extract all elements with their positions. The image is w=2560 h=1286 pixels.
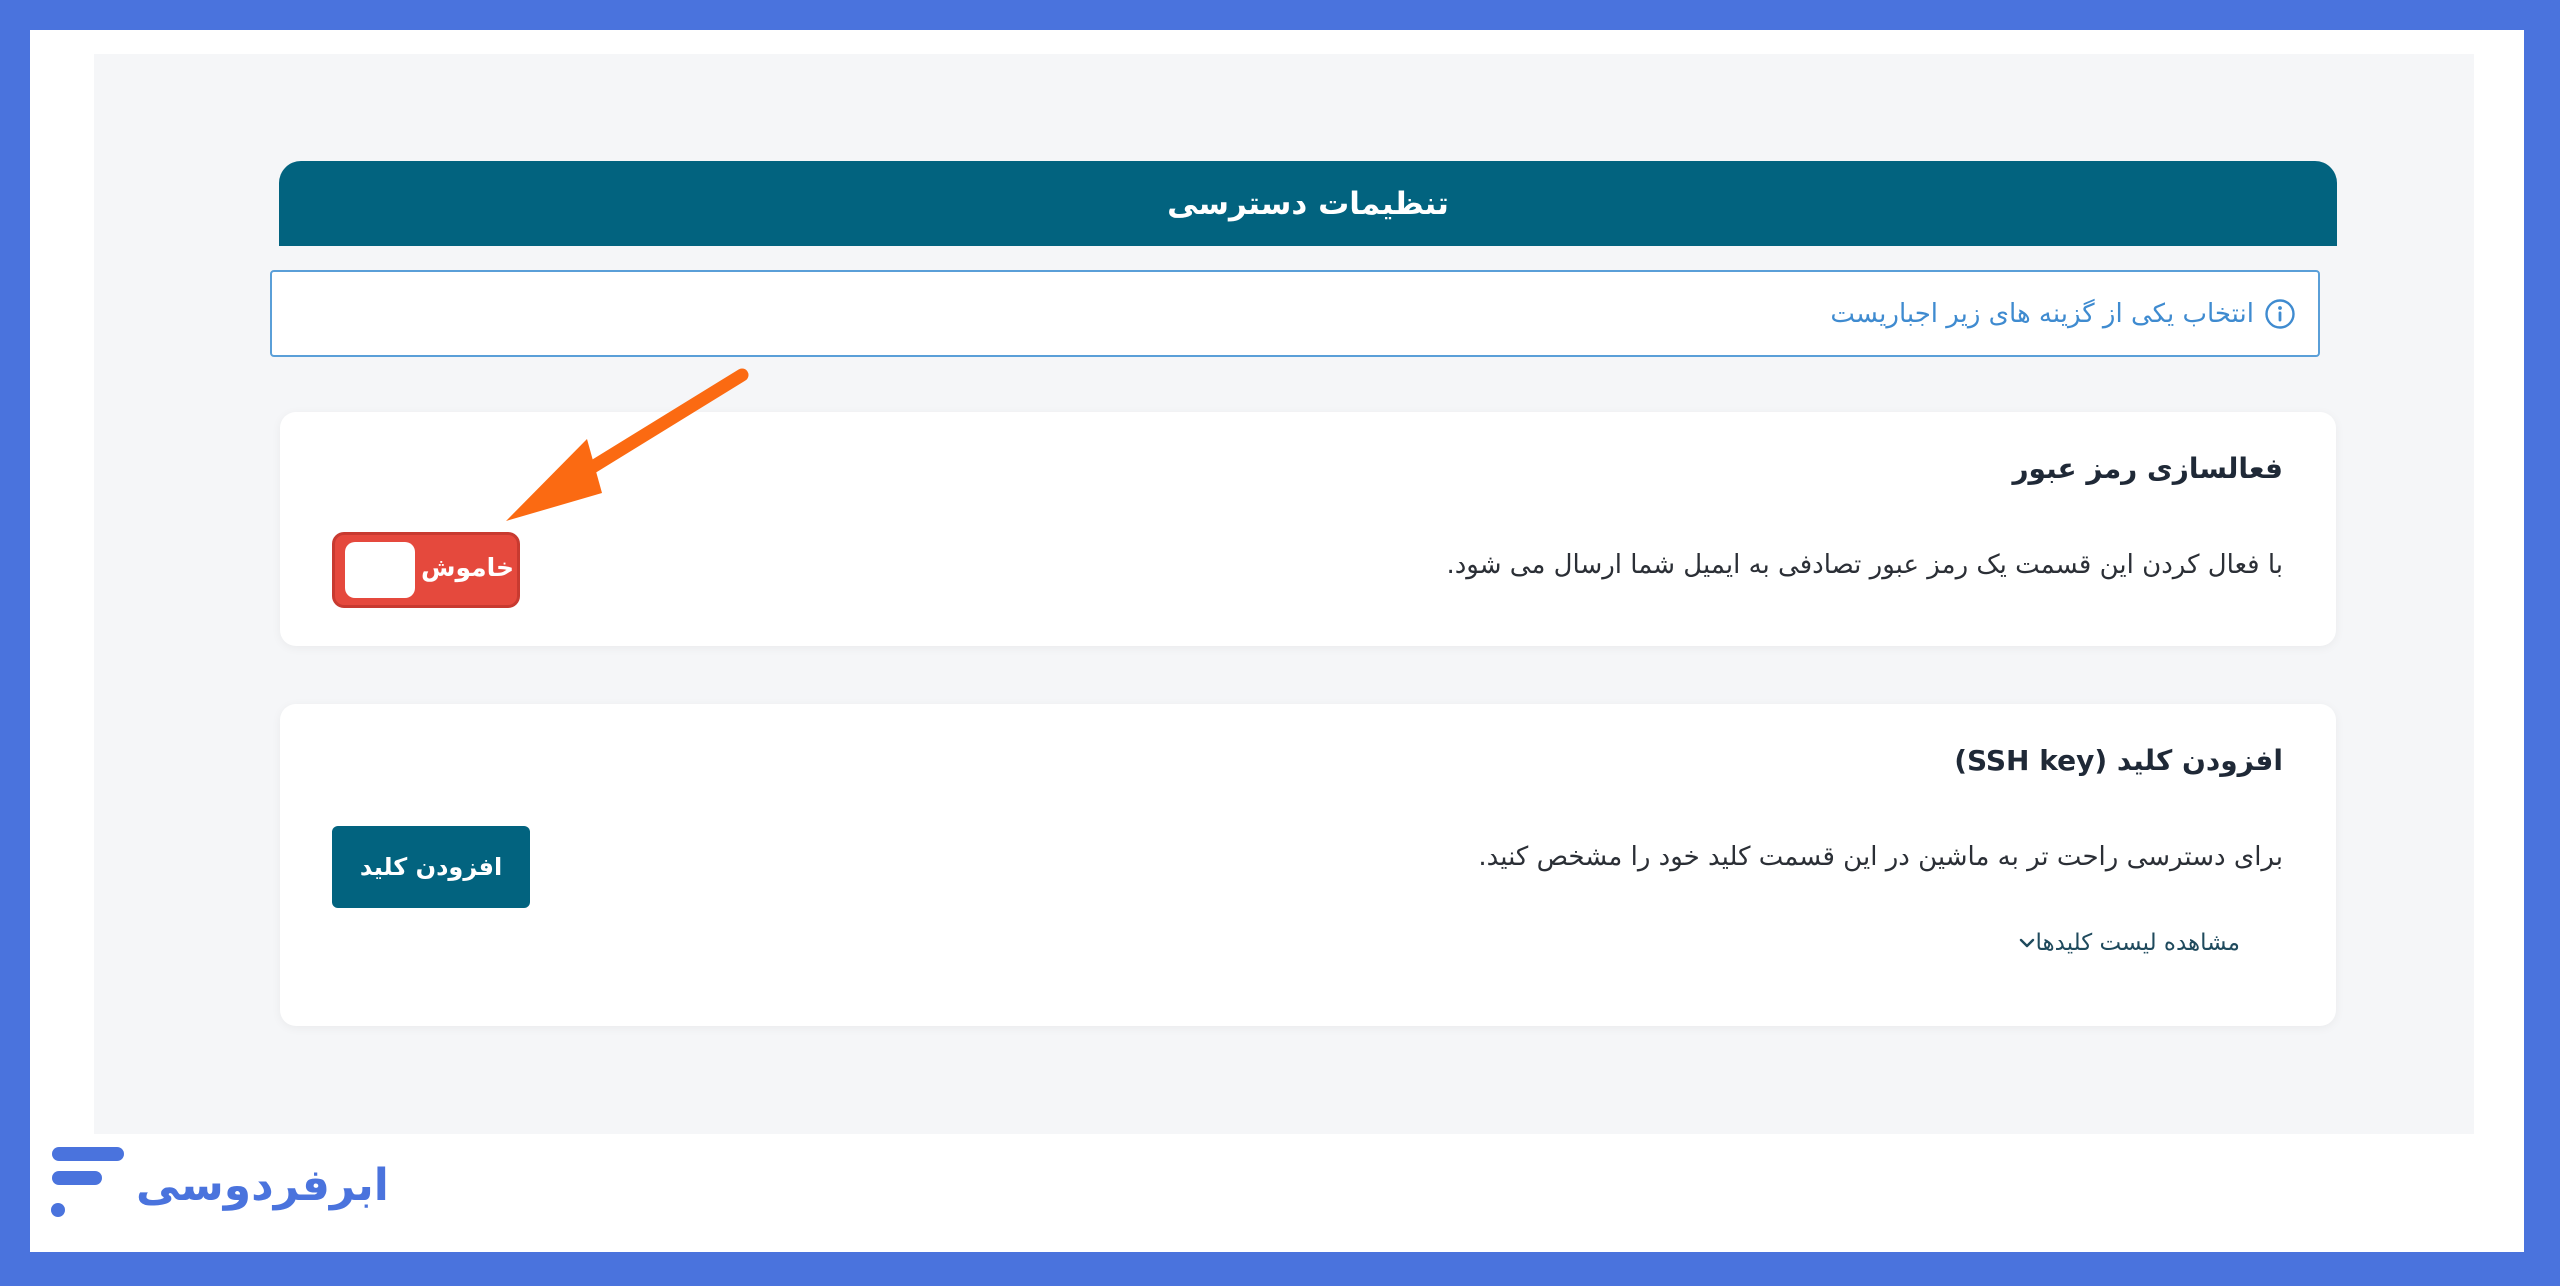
info-icon (2264, 298, 2296, 330)
chevron-down-icon (2018, 934, 2036, 952)
view-keys-toggle[interactable]: مشاهده لیست کلیدها (2004, 930, 2240, 956)
notice-text: انتخاب یکی از گزینه های زیر اجباریست (1830, 298, 2254, 329)
brand-logo: ابرفردوسی (48, 1145, 389, 1225)
add-key-button[interactable]: افزودن کلید (332, 826, 530, 908)
brand-name: ابرفردوسی (136, 1159, 389, 1211)
brand-logo-icon (48, 1145, 126, 1225)
ssh-card-title: افزودن کلید (SSH key) (1954, 744, 2283, 777)
ssh-card-description: برای دسترسی راحت تر به ماشین در این قسمت… (1478, 842, 2283, 872)
password-toggle[interactable]: خاموش (332, 532, 520, 608)
password-card-title: فعالسازی رمز عبور (2012, 452, 2283, 485)
view-keys-label: مشاهده لیست کلیدها (2035, 930, 2240, 956)
ssh-key-card: افزودن کلید (SSH key) برای دسترسی راحت ت… (280, 704, 2336, 1026)
password-card-description: با فعال کردن این قسمت یک رمز عبور تصادفی… (1446, 550, 2283, 580)
toggle-knob (345, 542, 415, 598)
toggle-label: خاموش (421, 553, 515, 582)
section-header: تنظیمات دسترسی (279, 161, 2337, 246)
required-notice: انتخاب یکی از گزینه های زیر اجباریست (270, 270, 2320, 357)
password-activation-card: فعالسازی رمز عبور با فعال کردن این قسمت … (280, 412, 2336, 646)
section-title: تنظیمات دسترسی (1167, 185, 1449, 222)
